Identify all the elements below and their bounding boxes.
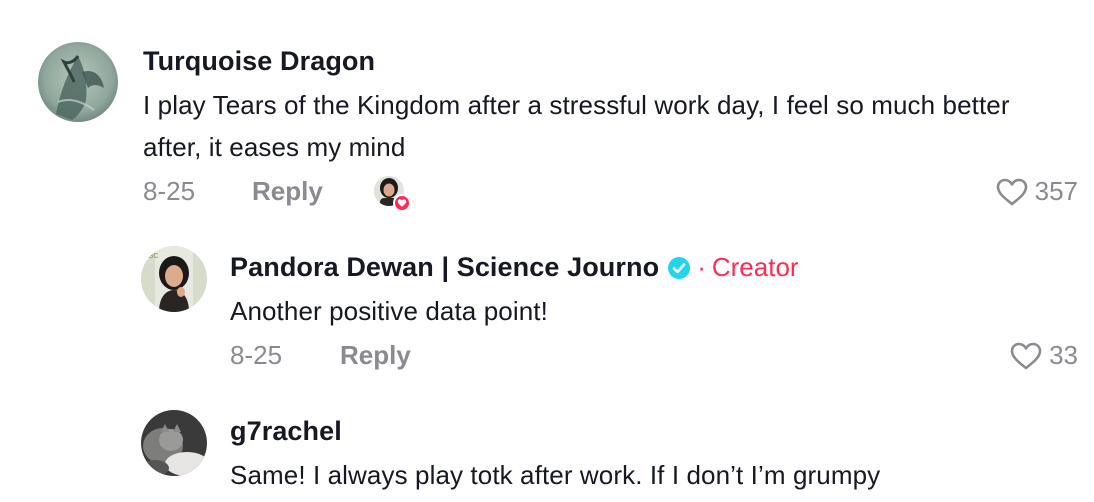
like-count: 33 bbox=[1049, 340, 1078, 370]
heart-outline-icon[interactable] bbox=[995, 177, 1029, 207]
heart-outline-icon[interactable] bbox=[1009, 341, 1043, 371]
comment-date: 8-25 bbox=[230, 340, 283, 370]
like-button[interactable]: 33 bbox=[1009, 340, 1078, 371]
avatar[interactable] bbox=[38, 42, 118, 122]
creator-badge: Creator bbox=[711, 252, 799, 282]
separator-dot: · bbox=[697, 252, 706, 282]
comment-username[interactable]: Pandora Dewan | Science Journo bbox=[230, 252, 659, 283]
like-count: 357 bbox=[1034, 176, 1078, 206]
comment-text: I play Tears of the Kingdom after a stre… bbox=[143, 90, 1010, 162]
reply-header: Pandora Dewan | Science Journo · Creator bbox=[230, 252, 799, 283]
like-button[interactable]: 357 bbox=[995, 176, 1078, 207]
avatar[interactable]: BBC bbox=[141, 246, 207, 312]
creator-heart-icon bbox=[393, 194, 411, 212]
comment-username[interactable]: g7rachel bbox=[230, 416, 342, 447]
comment-text: Same! I always play totk after work. If … bbox=[230, 460, 881, 490]
comment-date: 8-25 bbox=[143, 176, 196, 206]
avatar[interactable] bbox=[141, 410, 207, 476]
comment-text: Another positive data point! bbox=[230, 296, 548, 326]
comment-username[interactable]: Turquoise Dragon bbox=[143, 46, 375, 77]
verified-check-icon bbox=[667, 256, 691, 280]
reply-button[interactable]: Reply bbox=[340, 340, 411, 371]
creator-liked-badge bbox=[374, 176, 412, 214]
reply-button[interactable]: Reply bbox=[252, 176, 323, 207]
svg-text:BBC: BBC bbox=[144, 253, 158, 260]
